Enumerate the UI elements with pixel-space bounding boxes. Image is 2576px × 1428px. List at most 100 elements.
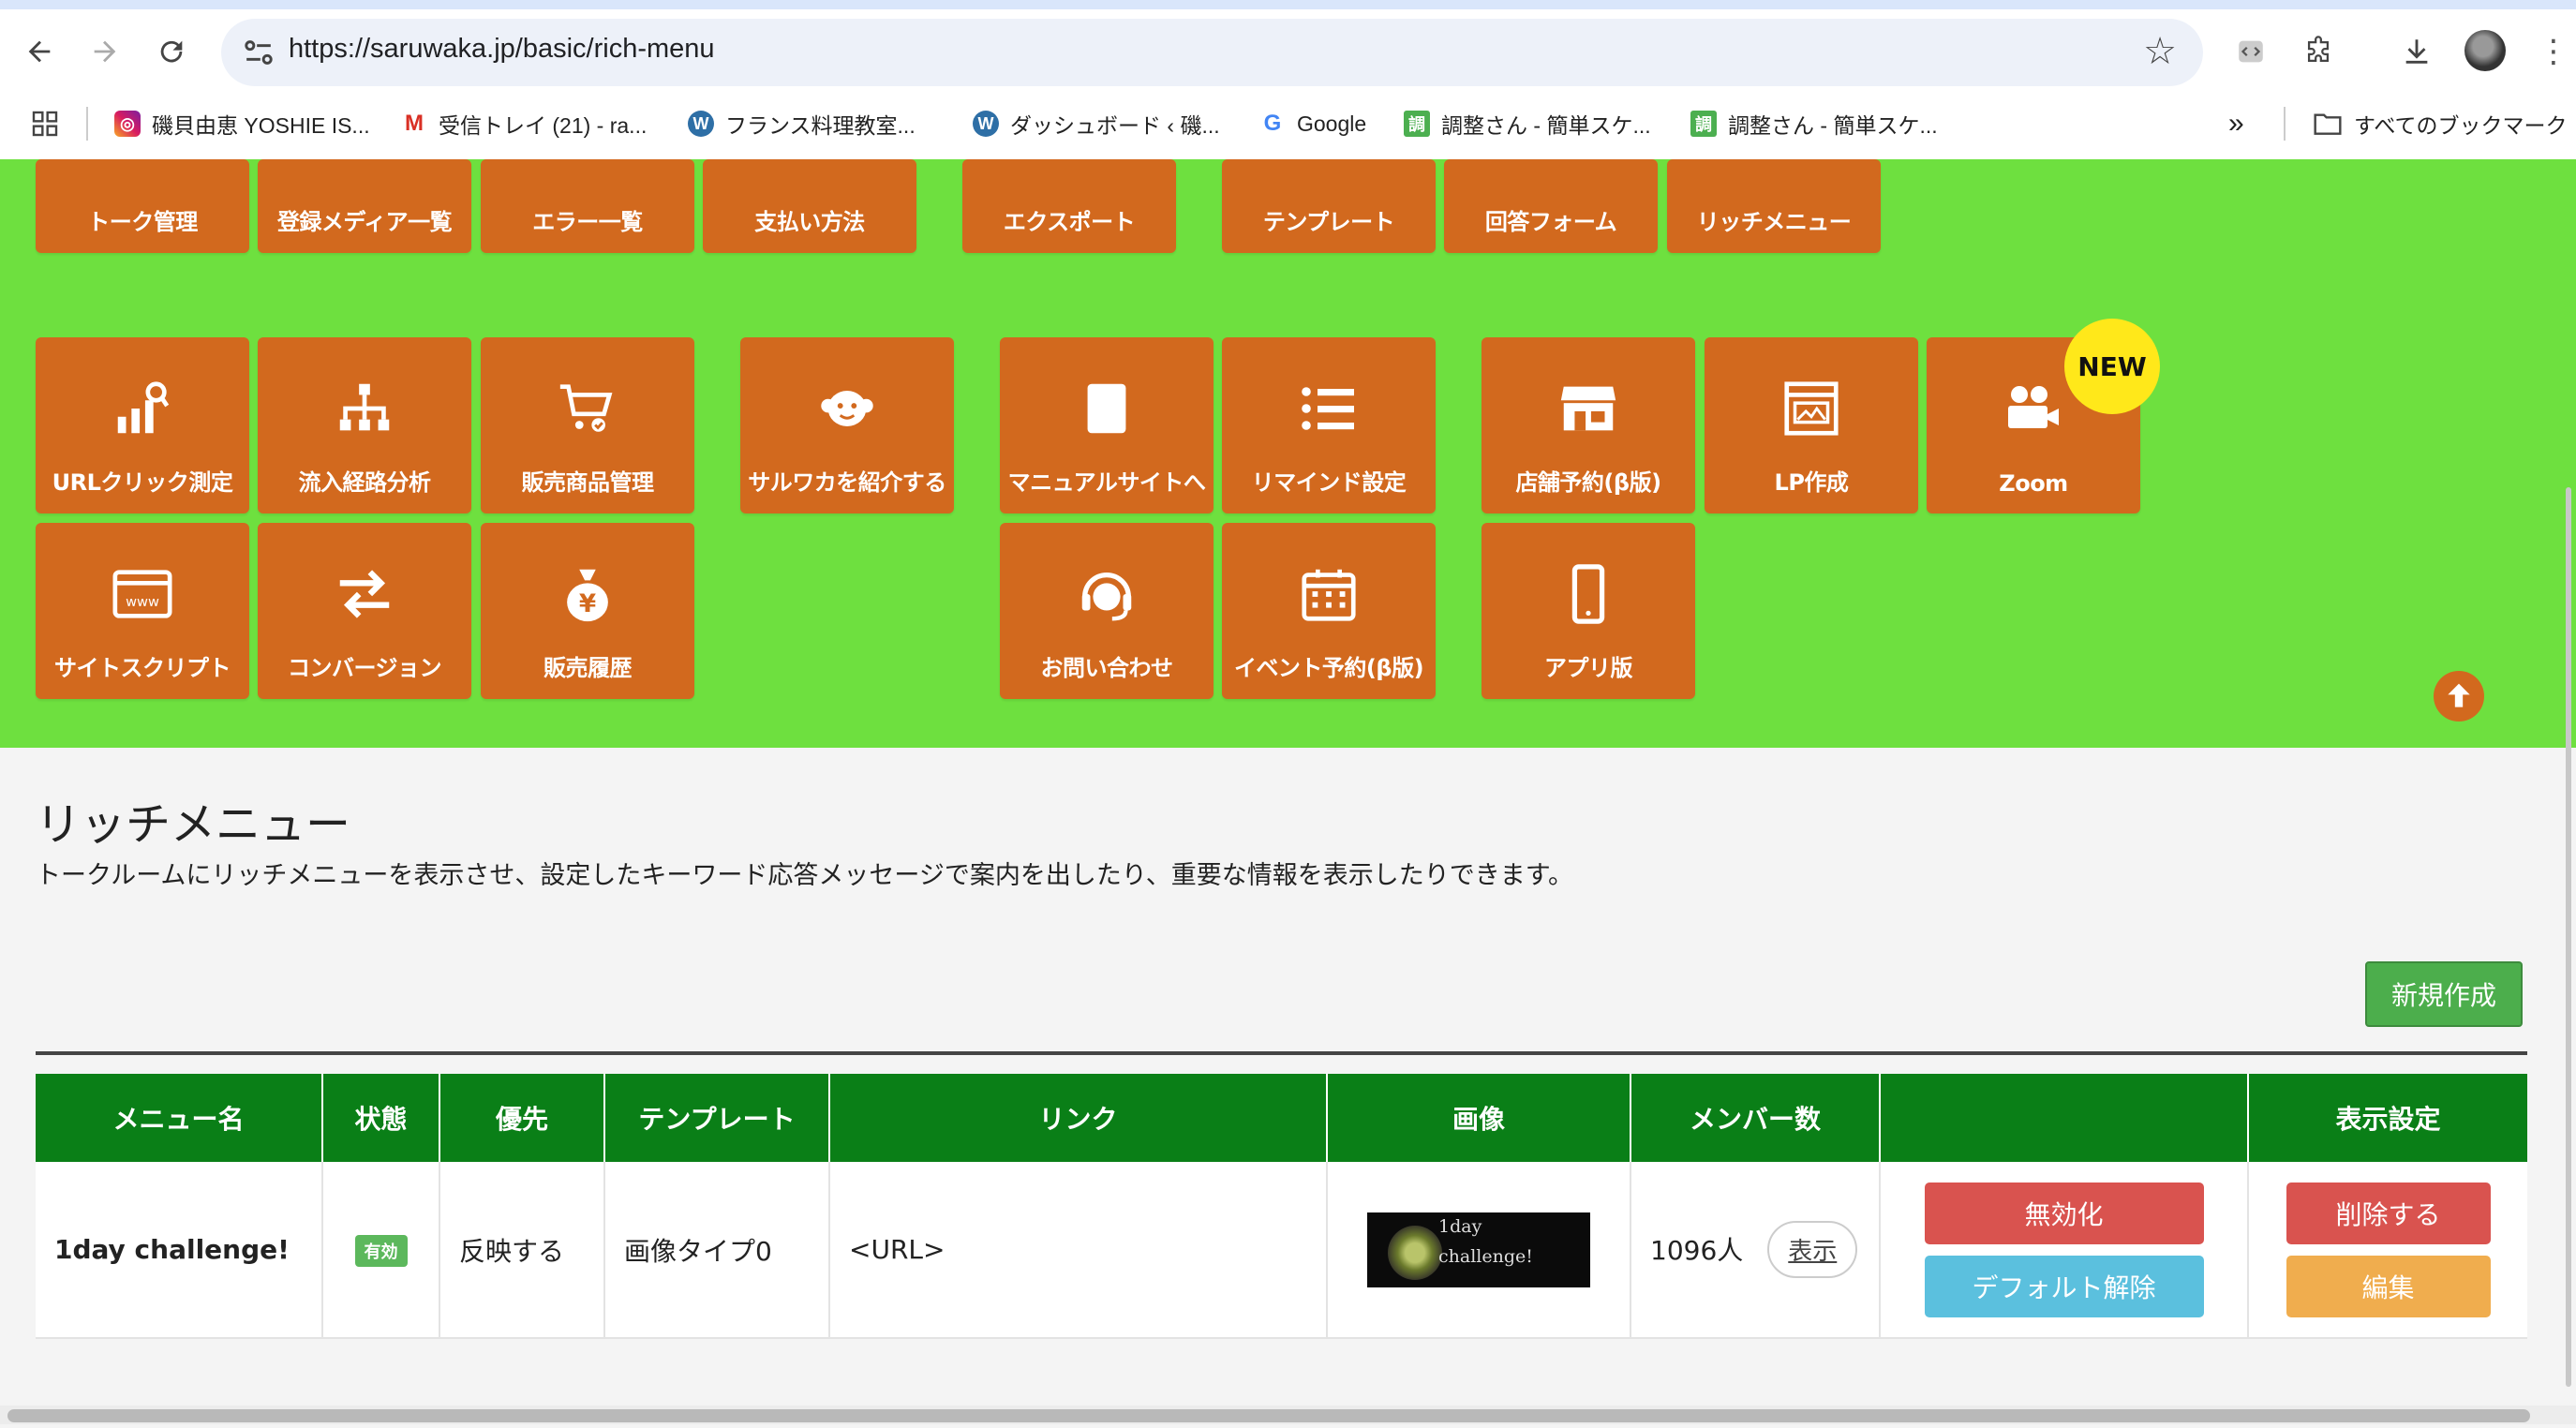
new-rich-menu-button[interactable]: 新規作成: [2365, 961, 2523, 1027]
tab-strip-edge: [0, 0, 2576, 9]
forward-icon[interactable]: [82, 28, 128, 75]
bookmark-separator: [86, 107, 88, 141]
menu-tile-remind[interactable]: リマインド設定: [1222, 337, 1436, 513]
menu-tile-event-reservation[interactable]: イベント予約(β版): [1222, 523, 1436, 699]
download-icon[interactable]: [2393, 28, 2440, 75]
bookmark-label: Google: [1297, 111, 1367, 136]
menu-tile-store-reservation[interactable]: 店舗予約(β版): [1482, 337, 1695, 513]
column-header: メニュー名: [36, 1074, 323, 1162]
link-cell: <URL>: [829, 1162, 1328, 1339]
display-settings-cell: 削除する 編集: [2248, 1162, 2527, 1339]
column-header: リンク: [829, 1074, 1328, 1162]
extensions-puzzle-icon[interactable]: [2295, 28, 2342, 75]
sitemap-icon: [258, 371, 471, 446]
bookmark-label: 受信トレイ (21) - ra...: [439, 113, 648, 138]
bookmark-label: ダッシュボード ‹ 磯...: [1010, 113, 1220, 138]
menu-tile-answer-form[interactable]: 回答フォーム: [1444, 159, 1658, 253]
bookmark-item[interactable]: G Google: [1259, 105, 1366, 142]
column-header: 画像: [1327, 1074, 1631, 1162]
menu-tile-rich-menu[interactable]: リッチメニュー: [1667, 159, 1881, 253]
thumbnail-text: 1day: [1438, 1215, 1482, 1237]
bar-chart-magnifier-icon: [36, 371, 249, 446]
menu-tile-media-list[interactable]: 登録メディア一覧: [258, 159, 471, 253]
list-icon: [1222, 371, 1436, 446]
menu-tile-export[interactable]: エクスポート: [962, 159, 1176, 253]
bookmark-item[interactable]: 調 調整さん - 簡単スケ...: [1690, 105, 1938, 142]
vertical-scrollbar[interactable]: [2566, 487, 2571, 1387]
menu-tile-lp[interactable]: LP作成: [1705, 337, 1918, 513]
column-header: 優先: [439, 1074, 605, 1162]
column-header: [1880, 1074, 2249, 1162]
show-members-button[interactable]: 表示: [1767, 1221, 1858, 1278]
bookmark-item[interactable]: ◎ 磯貝由恵 YOSHIE IS...: [114, 105, 370, 142]
menu-tile-label: アプリ版: [1544, 655, 1633, 681]
menu-tile-url-click[interactable]: URLクリック測定: [36, 337, 249, 513]
exchange-arrows-icon: [258, 557, 471, 632]
release-default-button[interactable]: デフォルト解除: [1924, 1255, 2204, 1317]
kebab-menu-icon[interactable]: ⋮: [2530, 28, 2576, 75]
bookmark-star-icon[interactable]: ☆: [2143, 30, 2177, 73]
wordpress-icon: W: [688, 111, 714, 137]
site-info-icon[interactable]: [238, 32, 279, 73]
page-title: リッチメニュー: [36, 798, 351, 851]
menu-tile-label: エラー一覧: [532, 209, 643, 235]
menu-tile-inflow-route[interactable]: 流入経路分析: [258, 337, 471, 513]
url-text[interactable]: https://saruwaka.jp/basic/rich-menu: [289, 34, 715, 65]
wordpress-icon: W: [973, 111, 999, 137]
menu-tile-site-script[interactable]: www サイトスクリプト: [36, 523, 249, 699]
bookmark-item[interactable]: W フランス料理教室...: [688, 105, 916, 142]
scroll-to-top-arrow-icon[interactable]: [2434, 671, 2484, 721]
bookmark-separator: [2284, 107, 2286, 141]
menu-tile-error-list[interactable]: エラー一覧: [481, 159, 694, 253]
rich-menu-table: メニュー名 状態 優先 テンプレート リンク 画像 メンバー数 表示設定 1da…: [36, 1074, 2527, 1339]
disable-button[interactable]: 無効化: [1924, 1182, 2204, 1244]
reload-icon[interactable]: [148, 28, 195, 75]
bookmarks-bar: ◎ 磯貝由恵 YOSHIE IS... M 受信トレイ (21) - ra...…: [0, 96, 2576, 154]
menu-tile-label: コンバージョン: [287, 655, 442, 681]
svg-text:¥: ¥: [579, 590, 596, 618]
apps-grid-icon[interactable]: [30, 105, 60, 142]
menu-tile-conversion[interactable]: コンバージョン: [258, 523, 471, 699]
edit-button[interactable]: 編集: [2286, 1255, 2491, 1317]
menu-tile-template[interactable]: テンプレート: [1222, 159, 1436, 253]
menu-tile-label: テンプレート: [1262, 209, 1395, 235]
more-bookmarks-chevron-icon[interactable]: »: [2228, 105, 2244, 142]
menu-tile-app[interactable]: アプリ版: [1482, 523, 1695, 699]
member-count: 1096人: [1650, 1235, 1744, 1266]
address-bar[interactable]: https://saruwaka.jp/basic/rich-menu ☆: [221, 19, 2203, 86]
menu-tile-label: リマインド設定: [1251, 469, 1407, 496]
bookmark-item[interactable]: 調 調整さん - 簡単スケ...: [1404, 105, 1651, 142]
menu-tile-sales-products[interactable]: 販売商品管理: [481, 337, 694, 513]
menu-tile-sales-history[interactable]: ¥ 販売履歴: [481, 523, 694, 699]
section-divider: [36, 1051, 2527, 1055]
horizontal-scrollbar[interactable]: [7, 1409, 2530, 1422]
devtools-extension-icon[interactable]: [2227, 28, 2274, 75]
menu-tile-label: サルワカを紹介する: [748, 469, 946, 496]
action-cell: 無効化 デフォルト解除: [1880, 1162, 2249, 1339]
menu-tile-contact[interactable]: お問い合わせ: [1000, 523, 1214, 699]
monkey-face-icon: [740, 371, 954, 446]
page-description: トークルームにリッチメニューを表示させ、設定したキーワード応答メッセージで案内を…: [36, 861, 1574, 890]
landing-page-icon: [1705, 371, 1918, 446]
menu-tile-introduce[interactable]: サルワカを紹介する: [740, 337, 954, 513]
delete-button[interactable]: 削除する: [2286, 1182, 2491, 1244]
menu-tile-payment[interactable]: 支払い方法: [703, 159, 916, 253]
thumbnail-text: challenge!: [1438, 1245, 1533, 1267]
browser-www-icon: www: [36, 557, 249, 632]
bookmark-item[interactable]: M 受信トレイ (21) - ra...: [401, 105, 647, 142]
menu-tile-label: サイトスクリプト: [54, 655, 231, 681]
menu-tile-label: 回答フォーム: [1484, 209, 1617, 235]
menu-tile-label: 販売商品管理: [521, 469, 655, 496]
all-bookmarks-folder[interactable]: すべてのブックマーク: [2313, 105, 2567, 142]
menu-tile-talk[interactable]: トーク管理: [36, 159, 249, 253]
profile-avatar[interactable]: [2464, 30, 2506, 71]
bookmark-label: 磯貝由恵 YOSHIE IS...: [152, 113, 370, 138]
menu-name-cell: 1day challenge!: [36, 1162, 323, 1339]
back-icon[interactable]: [16, 28, 63, 75]
smartphone-icon: [1482, 557, 1695, 632]
bookmark-item[interactable]: W ダッシュボード ‹ 磯...: [973, 105, 1220, 142]
menu-tile-manual[interactable]: マニュアルサイトへ: [1000, 337, 1214, 513]
headset-support-icon: [1000, 557, 1214, 632]
menu-tile-label: 支払い方法: [754, 209, 865, 235]
member-count-cell: 1096人 表示: [1630, 1162, 1881, 1339]
